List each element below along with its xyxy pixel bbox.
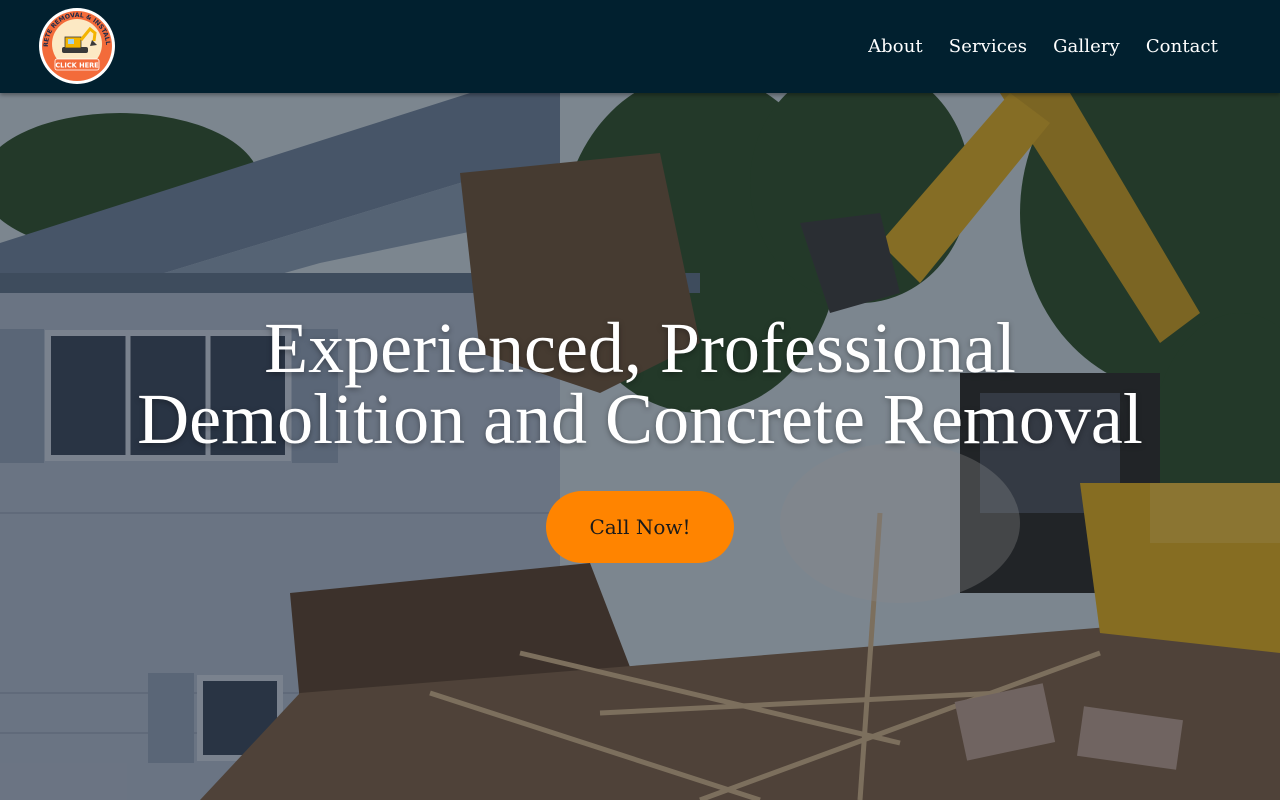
- call-now-button[interactable]: Call Now!: [546, 491, 734, 563]
- hero-headline: Experienced, Professional Demolition and…: [0, 312, 1280, 455]
- nav-link-services[interactable]: Services: [949, 36, 1027, 57]
- company-logo[interactable]: CONCRETE REMOVAL & INSTALLATION CLICK HE…: [38, 7, 116, 85]
- nav-link-contact[interactable]: Contact: [1146, 36, 1218, 57]
- logo-banner-text: CLICK HERE: [55, 61, 99, 69]
- nav-link-about[interactable]: About: [868, 36, 923, 57]
- site-header: CONCRETE REMOVAL & INSTALLATION CLICK HE…: [0, 0, 1280, 93]
- nav-link-gallery[interactable]: Gallery: [1053, 36, 1120, 57]
- hero-headline-line1: Experienced, Professional: [264, 308, 1016, 388]
- main-nav: About Services Gallery Contact: [868, 0, 1218, 93]
- hero-headline-line2: Demolition and Concrete Removal: [137, 379, 1143, 459]
- hero-section: Experienced, Professional Demolition and…: [0, 93, 1280, 800]
